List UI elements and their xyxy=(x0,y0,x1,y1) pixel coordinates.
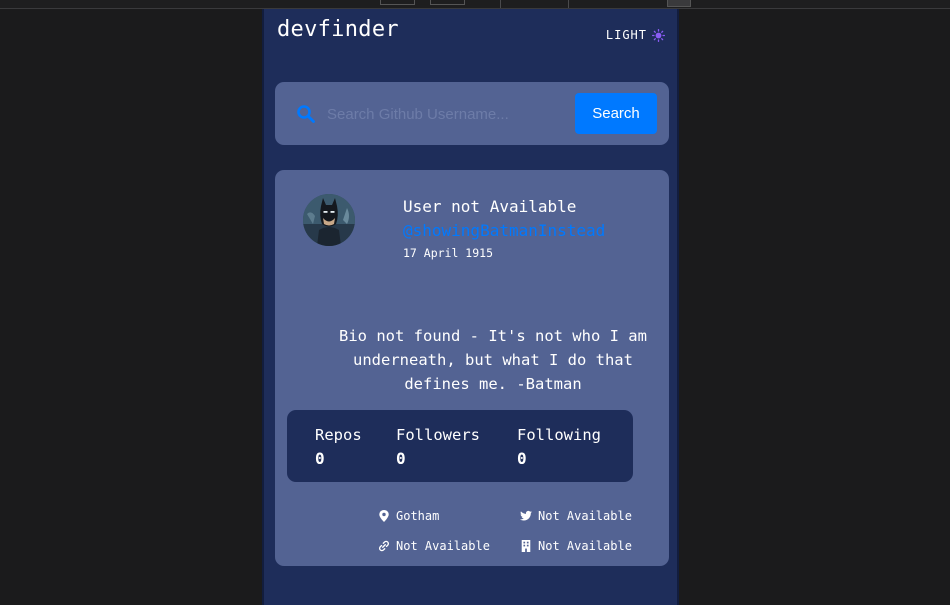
search-bar: Search xyxy=(275,82,669,145)
company-text: Not Available xyxy=(538,539,632,553)
toolbar-divider xyxy=(568,0,569,8)
user-bio: Bio not found - It's not who I am undern… xyxy=(339,327,647,393)
toolbar-height-field[interactable] xyxy=(430,0,465,5)
join-date: 17 April 1915 xyxy=(403,246,494,260)
blog-item: Not Available xyxy=(378,539,490,553)
stat-label: Repos xyxy=(315,426,362,444)
blog-text: Not Available xyxy=(396,539,490,553)
twitter-icon xyxy=(520,510,532,521)
stat-followers: Followers 0 xyxy=(396,426,480,468)
profile-card: User not Available @showingBatmanInstead… xyxy=(275,170,669,566)
twitter-item: Not Available xyxy=(520,509,632,523)
link-icon xyxy=(379,540,389,552)
devtools-toolbar xyxy=(0,0,950,9)
company-item: Not Available xyxy=(520,539,632,553)
stat-value: 0 xyxy=(517,449,527,468)
search-input[interactable] xyxy=(327,99,567,129)
location-text: Gotham xyxy=(396,509,440,523)
theme-toggle-label: LIGHT xyxy=(605,28,647,42)
stat-repos: Repos 0 xyxy=(315,426,362,468)
stats-panel: Repos 0 Followers 0 Following 0 xyxy=(287,410,633,482)
building-icon xyxy=(521,540,531,552)
app-header: devfinder LIGHT xyxy=(277,17,665,47)
avatar xyxy=(303,194,355,246)
theme-toggle-button[interactable]: LIGHT xyxy=(606,28,665,42)
user-login-link[interactable]: @showingBatmanInstead xyxy=(403,221,605,240)
user-name: User not Available xyxy=(403,197,577,216)
toolbar-width-field[interactable] xyxy=(380,0,415,5)
toolbar-divider xyxy=(500,0,501,8)
stat-following: Following 0 xyxy=(517,426,601,468)
search-icon xyxy=(297,105,315,123)
batman-avatar-icon xyxy=(303,194,355,246)
stat-value: 0 xyxy=(396,449,406,468)
sun-icon xyxy=(652,28,665,42)
location-item: Gotham xyxy=(378,509,439,523)
search-button[interactable]: Search xyxy=(575,93,657,134)
stat-label: Following xyxy=(517,426,601,444)
stat-value: 0 xyxy=(315,449,325,468)
toolbar-rotate-button[interactable] xyxy=(667,0,691,7)
stat-label: Followers xyxy=(396,426,480,444)
twitter-text: Not Available xyxy=(538,509,632,523)
app-viewport: devfinder LIGHT Search Github Username..… xyxy=(262,9,679,605)
app-logo: devfinder xyxy=(277,17,399,42)
location-pin-icon xyxy=(379,510,389,522)
